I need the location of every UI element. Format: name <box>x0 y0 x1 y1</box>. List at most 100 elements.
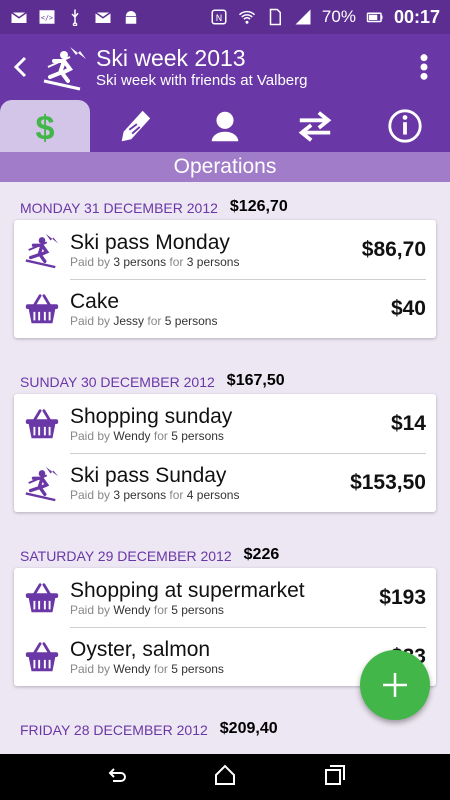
operation-meta: Paid by Wendy for 5 persons <box>70 603 379 618</box>
info-icon <box>388 109 422 143</box>
nfc-icon: N <box>210 9 228 25</box>
tab-operations[interactable]: $ <box>0 100 90 152</box>
status-bar: </> N 70% 00:17 <box>0 0 450 34</box>
tab-categories[interactable] <box>90 100 180 152</box>
for-value: 5 persons <box>171 602 224 617</box>
skier-icon <box>22 463 62 503</box>
operation-meta: Paid by Jessy for 5 persons <box>70 314 391 329</box>
for-value: 3 persons <box>186 254 240 269</box>
operation-item[interactable]: Shopping at supermarket Paid by Wendy for… <box>14 568 436 627</box>
operation-item[interactable]: Cake Paid by Jessy for 5 persons $40 <box>14 279 436 338</box>
paid-by-label: Paid by <box>70 254 111 269</box>
paid-by-value: Jessy <box>113 313 145 328</box>
day-total: $167,50 <box>226 372 285 389</box>
person-icon <box>211 111 239 142</box>
section-title: Operations <box>0 152 450 182</box>
svg-text:</>: </> <box>41 14 53 22</box>
android-icon <box>122 9 140 25</box>
battery-icon <box>366 9 384 25</box>
skier-icon <box>22 230 62 270</box>
operation-amount: $193 <box>379 585 426 609</box>
basket-icon <box>22 404 62 444</box>
day-header: SATURDAY 29 DECEMBER 2012 $226 <box>0 530 450 568</box>
day-card: Shopping sunday Paid by Wendy for 5 perso… <box>14 394 436 512</box>
for-label: for <box>147 313 162 328</box>
skier-logo-icon <box>38 41 90 93</box>
day-header: MONDAY 31 DECEMBER 2012 $126,70 <box>0 182 450 220</box>
more-options-button[interactable] <box>404 34 444 100</box>
app-bar: Ski week 2013 Ski week with friends at V… <box>0 34 450 100</box>
paid-by-value: Wendy <box>113 602 151 617</box>
mail-check-icon <box>10 9 28 25</box>
operation-amount: $14 <box>390 411 426 435</box>
for-label: for <box>169 487 184 502</box>
paid-by-label: Paid by <box>70 661 111 676</box>
back-arrow-icon <box>108 767 126 782</box>
paid-by-value: Wendy <box>113 428 151 443</box>
operation-name: Shopping at supermarket <box>70 578 305 602</box>
operation-amount: $40 <box>390 296 426 320</box>
plus-icon <box>383 673 407 697</box>
usb-icon <box>66 9 84 26</box>
battery-percent: 70% <box>321 7 356 26</box>
svg-text:N: N <box>216 14 223 24</box>
day-date: SATURDAY 29 DECEMBER 2012 <box>20 548 232 564</box>
paid-by-label: Paid by <box>70 428 111 443</box>
operation-amount: $86,70 <box>361 237 426 261</box>
clock: 00:17 <box>393 6 440 27</box>
paid-by-label: Paid by <box>70 313 111 328</box>
paid-by-label: Paid by <box>70 602 111 617</box>
day-date: SUNDAY 30 DECEMBER 2012 <box>20 374 215 390</box>
tab-members[interactable] <box>180 100 270 152</box>
day-total: $226 <box>243 546 280 563</box>
operation-item[interactable]: Ski pass Sunday Paid by 3 persons for 4 p… <box>14 453 436 512</box>
operation-name: Ski pass Monday <box>70 230 230 254</box>
paid-by-value: Wendy <box>113 661 151 676</box>
operation-meta: Paid by Wendy for 5 persons <box>70 429 391 444</box>
transfer-icon <box>298 111 332 142</box>
paid-by-value: 3 persons <box>113 254 167 269</box>
page-title: Ski week 2013 <box>96 45 246 71</box>
basket-icon <box>22 289 62 329</box>
for-value: 5 persons <box>171 661 224 676</box>
operation-meta: Paid by Wendy for 5 persons <box>70 662 391 677</box>
tab-balance[interactable] <box>270 100 360 152</box>
recents-icon <box>325 764 345 785</box>
nav-recents-button[interactable] <box>323 763 347 792</box>
operation-meta: Paid by 3 persons for 4 persons <box>70 488 350 503</box>
chevron-left-icon <box>13 56 27 78</box>
operation-item[interactable]: Shopping sunday Paid by Wendy for 5 perso… <box>14 394 436 453</box>
add-operation-button[interactable] <box>360 650 430 720</box>
tab-bar: $ <box>0 100 450 152</box>
operation-item[interactable]: Ski pass Monday Paid by 3 persons for 3 p… <box>14 220 436 279</box>
home-icon <box>215 764 235 785</box>
dollar-icon: $ <box>35 109 54 145</box>
more-vertical-icon <box>420 54 428 80</box>
mail-check-icon <box>94 9 112 25</box>
paid-by-value: 3 persons <box>113 487 167 502</box>
tab-info[interactable] <box>360 100 450 152</box>
nav-home-button[interactable] <box>213 763 237 792</box>
day-date: FRIDAY 28 DECEMBER 2012 <box>20 722 208 738</box>
day-card: Ski pass Monday Paid by 3 persons for 3 p… <box>14 220 436 338</box>
navigation-bar <box>0 754 450 800</box>
day-header: SUNDAY 30 DECEMBER 2012 $167,50 <box>0 356 450 394</box>
nav-back-button[interactable] <box>103 763 127 792</box>
day-total: $126,70 <box>229 198 288 215</box>
day-date: MONDAY 31 DECEMBER 2012 <box>20 200 218 216</box>
page-subtitle: Ski week with friends at Valberg <box>96 72 308 89</box>
operation-name: Cake <box>70 289 120 313</box>
for-value: 5 persons <box>164 313 218 328</box>
back-button[interactable] <box>4 34 38 100</box>
operation-name: Ski pass Sunday <box>70 463 227 487</box>
svg-text:$: $ <box>35 109 54 145</box>
for-value: 5 persons <box>171 428 224 443</box>
basket-icon <box>22 637 62 677</box>
day-total: $209,40 <box>219 720 278 737</box>
for-label: for <box>169 254 184 269</box>
operation-name: Oyster, salmon <box>70 637 211 661</box>
basket-icon <box>22 578 62 618</box>
signal-icon <box>294 9 312 25</box>
operation-meta: Paid by 3 persons for 3 persons <box>70 255 362 270</box>
code-icon: </> <box>38 9 56 25</box>
